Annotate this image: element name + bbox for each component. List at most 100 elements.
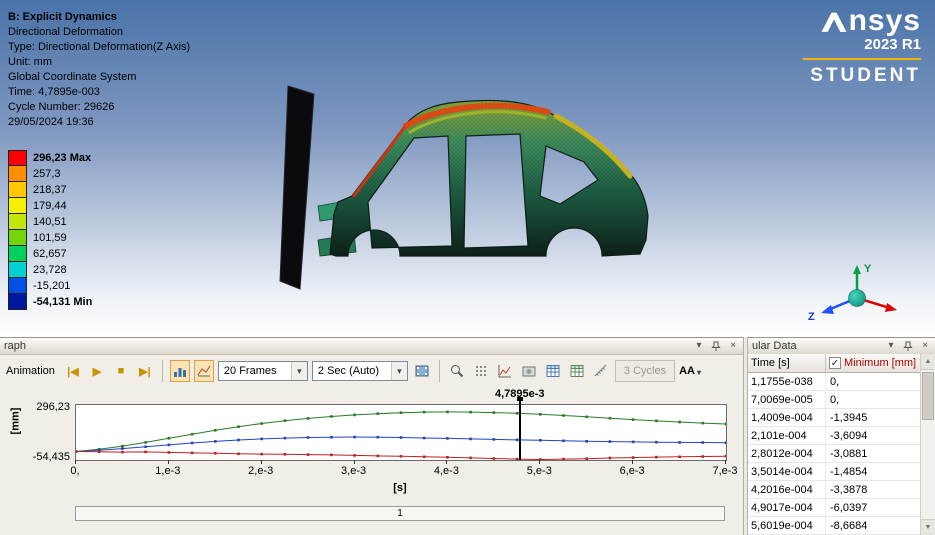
coordinate-triad[interactable]: Y Z xyxy=(800,258,920,336)
zoom-button[interactable] xyxy=(447,360,467,382)
scroll-up-icon[interactable]: ▲ xyxy=(921,354,935,370)
x-tick-label: 3,e-3 xyxy=(341,465,367,477)
animation-toolbar: Animation |◀ ▶ ■ ▶| 20 Frames ▾ 2 Sec (A… xyxy=(0,355,743,387)
table-row[interactable]: 3,5014e-004 -1,4854 xyxy=(748,463,920,481)
pin-icon[interactable] xyxy=(902,341,914,352)
bar-chart-icon xyxy=(173,368,186,377)
table-scrollbar[interactable]: ▲ ▼ xyxy=(920,354,935,535)
legend-value: 101,59 xyxy=(33,232,67,244)
legend-entry: 23,728 xyxy=(8,262,92,278)
table-alt-icon xyxy=(570,365,584,377)
table-header-row: Time [s] ✓ Minimum [mm] xyxy=(748,354,920,373)
export-table-button[interactable] xyxy=(543,360,563,382)
cell-minimum: -3,3878 xyxy=(830,483,868,496)
line-chart-toggle-button[interactable] xyxy=(193,360,214,382)
cycles-button[interactable]: 3 Cycles xyxy=(614,360,676,382)
table-row[interactable]: 4,2016e-004 -3,3878 xyxy=(748,481,920,499)
play-button[interactable]: ▶ xyxy=(87,360,107,382)
ruler-button[interactable] xyxy=(591,360,611,382)
viewport-3d[interactable]: B: Explicit Dynamics Directional Deforma… xyxy=(0,0,935,337)
y-tick-max: 296,23 xyxy=(36,401,70,413)
cell-minimum: 0, xyxy=(830,375,840,388)
x-tick-mark xyxy=(539,460,541,464)
minimum-checkbox[interactable]: ✓ xyxy=(829,357,841,369)
line-chart-icon xyxy=(197,365,211,377)
chart-plot-area[interactable] xyxy=(75,404,727,461)
x-tick-label: 2,e-3 xyxy=(248,465,274,477)
last-frame-button[interactable]: ▶| xyxy=(135,360,155,382)
scroll-down-icon[interactable]: ▼ xyxy=(921,519,935,535)
export-video-icon xyxy=(415,365,429,377)
export-video-button[interactable] xyxy=(412,360,432,382)
close-icon[interactable]: × xyxy=(727,340,739,352)
table-row[interactable]: 1,4009e-004 -1,3945 xyxy=(748,409,920,427)
frames-select[interactable]: 20 Frames ▾ xyxy=(217,361,308,381)
table-row[interactable]: 1,1755e-038 0, xyxy=(748,373,920,391)
result-info-block: B: Explicit Dynamics Directional Deforma… xyxy=(8,10,190,130)
panel-menu-icon[interactable]: ▾ xyxy=(693,340,705,352)
snapshot-button[interactable] xyxy=(519,360,539,382)
cell-minimum: -6,0397 xyxy=(830,501,868,514)
legend-color-swatch xyxy=(8,278,27,294)
legend-value: 218,37 xyxy=(33,184,67,196)
pin-icon[interactable] xyxy=(710,341,722,352)
first-frame-button[interactable]: |◀ xyxy=(63,360,83,382)
legend-value: -54,131 Min xyxy=(33,296,93,308)
info-line: 29/05/2024 19:36 xyxy=(8,116,94,128)
logo-accent-line xyxy=(803,58,921,60)
table-row[interactable]: 2,101e-004 -3,6094 xyxy=(748,427,920,445)
stop-button[interactable]: ■ xyxy=(111,360,131,382)
table-row[interactable]: 2,8012e-004 -3,0881 xyxy=(748,445,920,463)
cell-minimum: -3,0881 xyxy=(830,447,868,460)
legend-color-swatch xyxy=(8,246,27,262)
pan-button[interactable] xyxy=(471,360,491,382)
graph-panel-title: raph xyxy=(4,340,27,352)
logo-version: 2023 R1 xyxy=(864,36,921,53)
time-marker[interactable] xyxy=(516,397,523,460)
x-tick-mark xyxy=(725,460,726,464)
legend-color-swatch xyxy=(8,198,27,214)
graph-panel: raph ▾ × Animation |◀ ▶ ■ ▶| 20 Frames ▾… xyxy=(0,337,744,535)
scrollbar-thumb[interactable] xyxy=(922,372,934,420)
table-row[interactable]: 7,0069e-005 0, xyxy=(748,391,920,409)
info-line: Unit: mm xyxy=(8,56,52,68)
cell-time: 1,1755e-038 xyxy=(748,373,826,390)
table-row[interactable]: 5,6019e-004 -8,6684 xyxy=(748,517,920,535)
result-set-slider[interactable]: 1 xyxy=(75,506,725,521)
cell-time: 2,8012e-004 xyxy=(748,445,826,462)
export-table-alt-button[interactable] xyxy=(567,360,587,382)
legend-entry: 140,51 xyxy=(8,214,92,230)
font-size-button[interactable]: AA ▾ xyxy=(679,365,701,377)
legend-entry: -15,201 xyxy=(8,278,92,294)
info-line: Time: 4,7895e-003 xyxy=(8,86,100,98)
ruler-icon xyxy=(594,364,607,377)
x-axis-title: [s] xyxy=(393,482,407,494)
legend-entry: 101,59 xyxy=(8,230,92,246)
probe-chart-button[interactable] xyxy=(495,360,515,382)
table-row[interactable]: 4,9017e-004 -6,0397 xyxy=(748,499,920,517)
cell-time: 5,6019e-004 xyxy=(748,517,826,534)
close-icon[interactable]: × xyxy=(919,340,931,352)
cell-minimum: -8,6684 xyxy=(830,519,868,532)
chevron-down-icon: ▾ xyxy=(290,362,307,380)
info-line: Type: Directional Deformation(Z Axis) xyxy=(8,41,191,53)
y-tick-min: -54,435 xyxy=(32,451,70,463)
x-tick-label: 1,e-3 xyxy=(155,465,181,477)
x-tick-label: 0, xyxy=(70,465,80,477)
ansys-mechanical-window: B: Explicit Dynamics Directional Deforma… xyxy=(0,0,935,535)
legend-entry: 62,657 xyxy=(8,246,92,262)
data-table: Time [s] ✓ Minimum [mm] 1,1755e-038 0, 7,0… xyxy=(748,354,920,535)
info-line: Global Coordinate System xyxy=(8,71,137,83)
mesh-overlay xyxy=(330,100,648,256)
roof-rail-warm-zone xyxy=(408,110,547,134)
panel-menu-icon[interactable]: ▾ xyxy=(885,340,897,352)
column-header-minimum[interactable]: ✓ Minimum [mm] xyxy=(826,357,920,369)
front-rail-upper xyxy=(317,199,355,222)
cell-minimum: -3,6094 xyxy=(830,429,868,442)
bar-chart-toggle-button[interactable] xyxy=(169,360,190,382)
legend-value: 140,51 xyxy=(33,216,67,228)
rigid-wall xyxy=(279,85,315,290)
duration-select[interactable]: 2 Sec (Auto) ▾ xyxy=(311,361,408,381)
x-tick-label: 5,e-3 xyxy=(526,465,552,477)
column-header-time[interactable]: Time [s] xyxy=(748,354,826,372)
